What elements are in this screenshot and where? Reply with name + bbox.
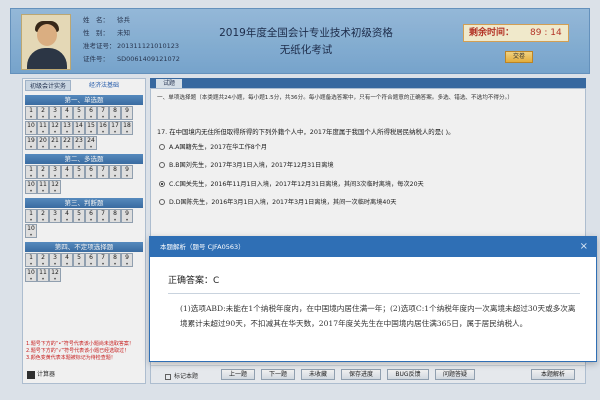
dialog-title: 本题解析（题号 CJFA0563） [160,243,245,251]
close-icon[interactable]: × [580,237,588,257]
correct-answer: 正确答案：C [168,276,220,286]
exam-app: 姓 名： 徐兵性 别： 未知 准考证号： 201311121010123 证件号： SD00… [0,0,600,400]
dialog-header: 本题解析（题号 CJFA0563） × [150,237,596,257]
answer-explanation: (1)选项ABD:未能在1个纳税年度内，在中国境内居住满一年；(2)选项C:1个… [180,304,576,328]
explanation-dialog: 本题解析（题号 CJFA0563） × 正确答案：C (1)选项ABD:未能在1… [149,236,597,362]
dialog-divider [168,293,580,294]
